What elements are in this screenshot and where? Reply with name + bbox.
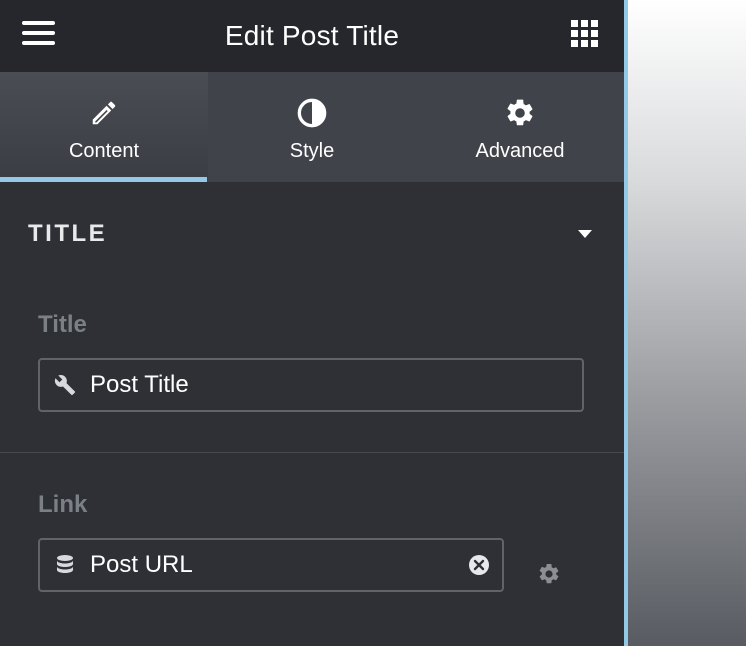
database-icon bbox=[40, 554, 90, 576]
tab-content-label: Content bbox=[68, 140, 140, 162]
tab-advanced-label: Advanced bbox=[475, 140, 565, 162]
title-field-label: Title bbox=[38, 311, 87, 338]
hamburger-menu-icon[interactable] bbox=[22, 21, 55, 47]
link-settings-gear-icon[interactable] bbox=[537, 562, 561, 586]
tab-style-label: Style bbox=[289, 140, 335, 162]
section-title-toggle[interactable]: TITLE bbox=[0, 182, 624, 282]
section-title: TITLE bbox=[28, 220, 108, 247]
wrench-icon bbox=[40, 374, 90, 396]
title-field[interactable]: Post Title bbox=[38, 358, 584, 412]
link-field[interactable]: Post URL bbox=[38, 538, 504, 592]
tab-bar: Content Style Advanced bbox=[0, 72, 624, 182]
panel-header: Edit Post Title bbox=[0, 0, 624, 72]
title-field-value: Post Title bbox=[90, 371, 189, 398]
apps-grid-icon[interactable] bbox=[571, 20, 598, 47]
section-divider bbox=[0, 452, 624, 453]
caret-down-icon bbox=[578, 230, 592, 238]
editor-panel: Edit Post Title Content Style Advanced T… bbox=[0, 0, 624, 646]
tab-style[interactable]: Style bbox=[208, 72, 416, 182]
gear-icon bbox=[504, 97, 536, 129]
tab-advanced[interactable]: Advanced bbox=[416, 72, 624, 182]
link-field-value: Post URL bbox=[90, 551, 193, 578]
link-field-label: Link bbox=[38, 491, 88, 518]
contrast-icon bbox=[296, 97, 328, 129]
clear-icon[interactable] bbox=[468, 554, 490, 576]
page-title: Edit Post Title bbox=[224, 20, 400, 51]
pencil-icon bbox=[88, 97, 120, 129]
tab-content[interactable]: Content bbox=[0, 72, 208, 182]
preview-area bbox=[628, 0, 746, 646]
